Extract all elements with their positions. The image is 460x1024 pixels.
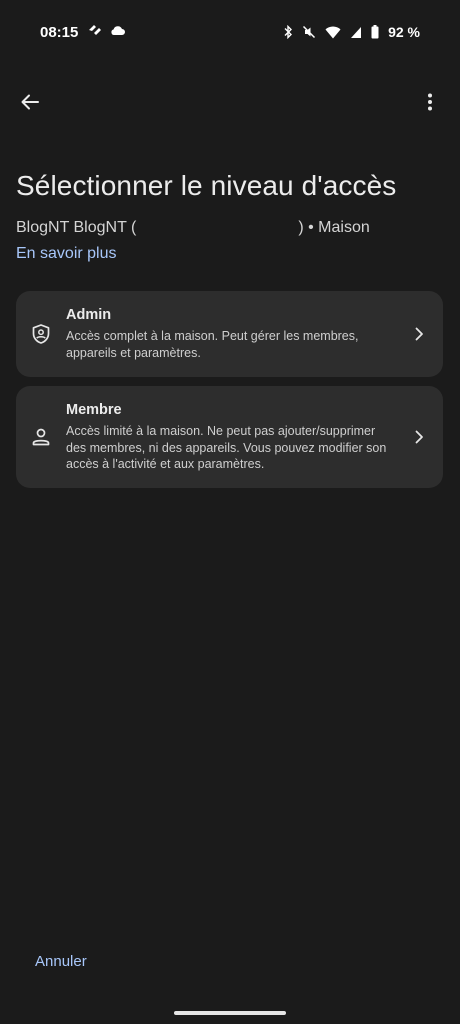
subtitle-home: ) • Maison (298, 219, 370, 236)
app-bar (0, 80, 460, 124)
mute-icon (302, 25, 316, 39)
page-title: Sélectionner le niveau d'accès (16, 170, 397, 201)
battery-icon (371, 25, 379, 39)
member-option-card[interactable]: Membre Accès limité à la maison. Ne peut… (16, 386, 443, 488)
status-bar: 08:15 92 % (0, 0, 460, 68)
admin-option-card[interactable]: Admin Accès complet à la maison. Peut gé… (16, 291, 443, 377)
battery-percentage: 92 % (388, 24, 420, 40)
person-icon (30, 426, 52, 448)
status-system-icons: 92 % (283, 24, 420, 40)
status-notification-icons (88, 24, 126, 36)
shield-person-icon (30, 323, 52, 345)
wifi-icon (325, 26, 341, 39)
cancel-button[interactable]: Annuler (35, 953, 87, 970)
member-option-description: Accès limité à la maison. Ne peut pas aj… (66, 424, 387, 471)
home-subtitle: BlogNT BlogNT ( ) • Maison (16, 219, 370, 237)
glider-icon (88, 24, 102, 36)
signal-icon (350, 26, 362, 39)
bluetooth-icon (283, 25, 293, 39)
subtitle-user: BlogNT BlogNT ( (16, 219, 137, 236)
arrow-back-icon (20, 92, 40, 112)
chevron-right-icon (411, 326, 427, 342)
admin-option-description: Accès complet à la maison. Peut gérer le… (66, 329, 359, 360)
gesture-home-indicator[interactable] (174, 1011, 286, 1015)
member-option-title: Membre (66, 402, 122, 418)
admin-option-title: Admin (66, 307, 112, 323)
status-time: 08:15 (40, 24, 79, 41)
screen: 08:15 92 % Sélectionner le niveau d'accè… (0, 0, 460, 1024)
back-button[interactable] (14, 86, 46, 118)
more-options-button[interactable] (414, 86, 446, 118)
redacted-email (136, 219, 298, 237)
learn-more-link[interactable]: En savoir plus (16, 245, 117, 263)
more-vert-icon (427, 93, 433, 111)
chevron-right-icon (411, 429, 427, 445)
cloud-icon (110, 24, 126, 36)
